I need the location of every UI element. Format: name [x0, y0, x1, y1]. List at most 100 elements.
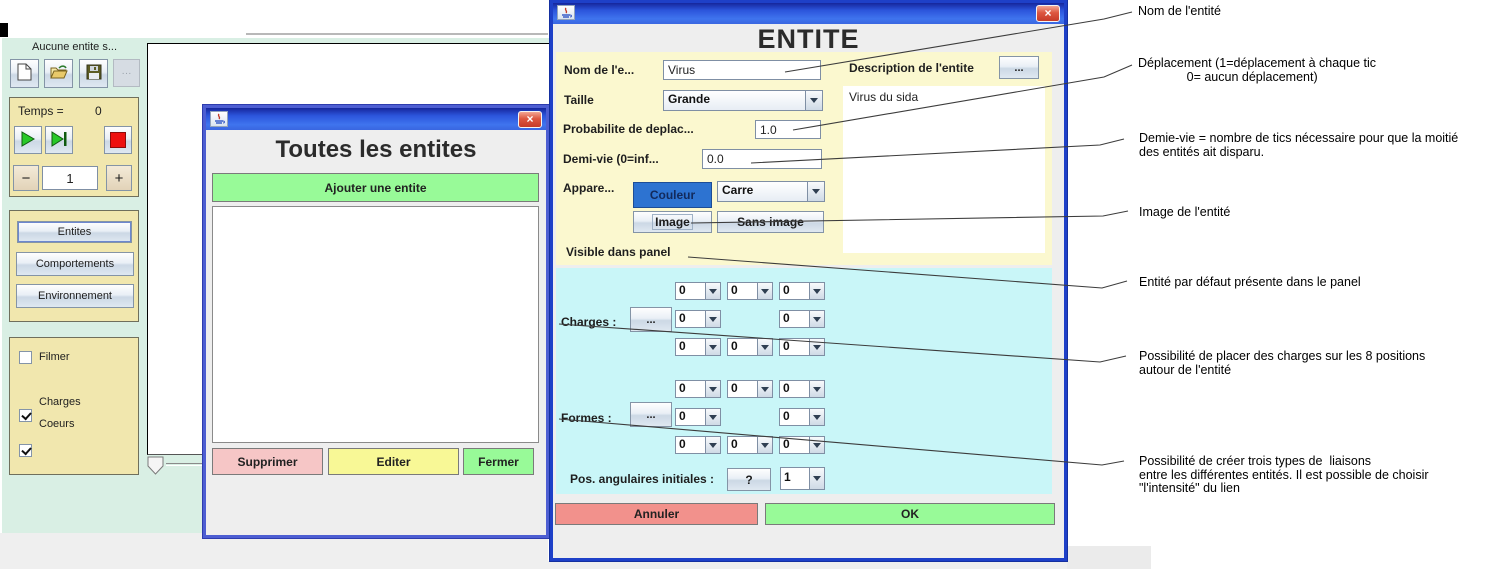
name-input[interactable] — [663, 60, 821, 80]
cancel-button[interactable]: Annuler — [555, 503, 758, 525]
java-icon — [557, 5, 575, 20]
description-more-button[interactable]: ... — [999, 56, 1039, 79]
charge-value: 0 — [780, 311, 810, 327]
formes-section-label: Formes : — [561, 411, 612, 425]
chevron-down-icon[interactable] — [810, 339, 824, 355]
chevron-down-icon[interactable] — [706, 311, 720, 327]
canvas-slider-thumb[interactable] — [147, 456, 165, 475]
step-count-input[interactable] — [42, 166, 98, 190]
delete-entity-button[interactable]: Supprimer — [212, 448, 323, 475]
image-button[interactable]: Image — [633, 211, 712, 233]
charge-value: 0 — [728, 339, 758, 355]
chevron-down-icon[interactable] — [706, 437, 720, 453]
forme-dropdown[interactable]: 0 — [779, 436, 825, 454]
chevron-down-icon[interactable] — [810, 409, 824, 425]
couleur-button[interactable]: Couleur — [633, 182, 712, 208]
chevron-down-icon[interactable] — [706, 409, 720, 425]
play-button[interactable] — [14, 126, 42, 154]
sans-image-button[interactable]: Sans image — [717, 211, 824, 233]
halflife-label: Demi-vie (0=inf... — [563, 152, 659, 166]
close-icon[interactable]: × — [518, 111, 542, 128]
open-file-button[interactable] — [44, 59, 73, 88]
chevron-down-icon[interactable] — [758, 283, 772, 299]
chevron-down-icon[interactable] — [706, 283, 720, 299]
nav-comportements-button[interactable]: Comportements — [16, 252, 134, 276]
entity-dialog-title: ENTITE — [554, 24, 1063, 55]
forme-dropdown[interactable]: 0 — [727, 380, 773, 398]
charge-dropdown[interactable]: 0 — [675, 310, 721, 328]
charge-dropdown[interactable]: 0 — [779, 282, 825, 300]
annotation-demievie: Demie-vie = nombre de tics nécessaire po… — [1139, 132, 1458, 159]
forme-dropdown[interactable]: 0 — [675, 408, 721, 426]
temps-value: 0 — [95, 104, 102, 118]
chevron-down-icon[interactable] — [810, 283, 824, 299]
save-file-button[interactable] — [79, 59, 108, 88]
charge-value: 0 — [780, 283, 810, 299]
new-file-button[interactable] — [10, 59, 39, 88]
annotation-visible: Entité par défaut présente dans le panel — [1139, 276, 1361, 290]
description-textarea[interactable]: Virus du sida — [843, 86, 1045, 253]
forme-dropdown[interactable]: 0 — [675, 380, 721, 398]
chevron-down-icon[interactable] — [810, 437, 824, 453]
charge-dropdown[interactable]: 0 — [727, 282, 773, 300]
forme-value: 0 — [676, 437, 706, 453]
charges-checkbox[interactable] — [19, 409, 32, 422]
charge-dropdown[interactable]: 0 — [779, 310, 825, 328]
charge-dropdown[interactable]: 0 — [675, 282, 721, 300]
ok-button[interactable]: OK — [765, 503, 1055, 525]
chevron-down-icon[interactable] — [810, 468, 824, 489]
charges-more-button[interactable]: ... — [630, 307, 672, 332]
coeurs-checkbox[interactable] — [19, 444, 32, 457]
forme-dropdown[interactable]: 0 — [675, 436, 721, 454]
window-corner-glyph — [0, 23, 8, 37]
ellipsis-icon: ··· — [122, 68, 132, 79]
halflife-input[interactable] — [702, 149, 822, 169]
step-button[interactable] — [45, 126, 73, 154]
forme-value: 0 — [780, 381, 810, 397]
entities-list[interactable] — [212, 206, 539, 443]
charge-dropdown[interactable]: 0 — [675, 338, 721, 356]
chevron-down-icon[interactable] — [806, 91, 822, 110]
entities-window-titlebar[interactable]: × — [206, 108, 546, 130]
extra-tool-button[interactable]: ··· — [113, 59, 140, 87]
edit-entity-button[interactable]: Editer — [328, 448, 459, 475]
play-icon — [19, 130, 37, 151]
chevron-down-icon[interactable] — [706, 381, 720, 397]
chevron-down-icon[interactable] — [808, 182, 824, 201]
angular-dropdown[interactable]: 1 — [780, 467, 825, 490]
filmer-checkbox[interactable] — [19, 351, 32, 364]
stop-button[interactable] — [104, 126, 132, 154]
nav-environnement-button[interactable]: Environnement — [16, 284, 134, 308]
canvas-slider-track[interactable] — [166, 463, 208, 466]
forme-dropdown[interactable]: 0 — [727, 436, 773, 454]
forme-value: 0 — [676, 381, 706, 397]
forme-value: 0 — [728, 381, 758, 397]
chevron-down-icon[interactable] — [758, 381, 772, 397]
entity-dialog-titlebar[interactable]: × — [553, 3, 1064, 24]
shape-combo[interactable]: Carre — [717, 181, 825, 202]
angular-value: 1 — [781, 468, 810, 489]
close-icon[interactable]: × — [1036, 5, 1060, 22]
step-plus-button[interactable]: + — [106, 165, 132, 191]
chevron-down-icon[interactable] — [758, 437, 772, 453]
close-list-button[interactable]: Fermer — [463, 448, 534, 475]
add-entity-button[interactable]: Ajouter une entite — [212, 173, 539, 202]
chevron-down-icon[interactable] — [706, 339, 720, 355]
forme-value: 0 — [780, 437, 810, 453]
formes-more-button[interactable]: ... — [630, 402, 672, 427]
nav-entites-button[interactable]: Entites — [17, 221, 132, 243]
chevron-down-icon[interactable] — [810, 381, 824, 397]
forme-dropdown[interactable]: 0 — [779, 380, 825, 398]
charge-dropdown[interactable]: 0 — [727, 338, 773, 356]
annotation-nom: Nom de l'entité — [1138, 5, 1221, 19]
size-combo[interactable]: Grande — [663, 90, 823, 111]
charge-dropdown[interactable]: 0 — [779, 338, 825, 356]
chevron-down-icon[interactable] — [758, 339, 772, 355]
annotation-image: Image de l'entité — [1139, 206, 1230, 220]
chevron-down-icon[interactable] — [810, 311, 824, 327]
coeurs-label: Coeurs — [39, 418, 74, 430]
forme-dropdown[interactable]: 0 — [779, 408, 825, 426]
angular-help-button[interactable]: ? — [727, 468, 771, 491]
proba-input[interactable] — [755, 120, 821, 139]
step-minus-button[interactable]: − — [13, 165, 39, 191]
